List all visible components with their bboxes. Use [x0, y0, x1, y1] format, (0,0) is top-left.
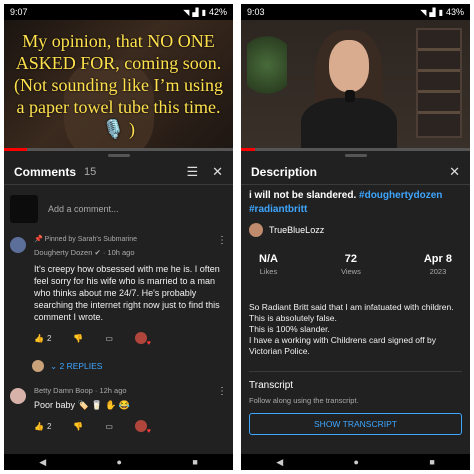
hashtag-link[interactable]: #doughertydozen: [359, 190, 442, 201]
video-overlay-text: My opinion, that NO ONE ASKED FOR, comin…: [14, 31, 223, 139]
thumb-down-icon: 👎: [73, 333, 84, 343]
comment-actions: 👍 2 👎 ▭: [34, 420, 227, 435]
dislike-button[interactable]: 👎: [73, 422, 83, 431]
video-progress-fill: [4, 148, 27, 151]
thumb-up-icon: 👍: [34, 421, 44, 431]
like-button[interactable]: 👍 2: [34, 422, 51, 431]
reply-button[interactable]: ▭: [105, 422, 113, 431]
add-comment-row[interactable]: Add a comment...: [4, 185, 233, 231]
transcript-subtitle: Follow along using the transcript.: [249, 396, 359, 405]
back-icon[interactable]: ◀: [39, 457, 46, 468]
view-replies-button[interactable]: ⌄ 2 REPLIES: [4, 344, 233, 382]
filter-icon[interactable]: ☰: [186, 164, 198, 180]
description-text: So Radiant Britt said that I am infatuat…: [249, 302, 454, 356]
like-count: 2: [46, 333, 52, 343]
description-title: Description: [251, 164, 318, 179]
video-person-body: [301, 98, 397, 151]
video-progress-fill: [241, 148, 255, 151]
comment-item: 📌 Pinned by Sarah's Submarine Dougherty …: [4, 231, 233, 347]
status-battery: 42%: [208, 7, 227, 17]
like-count: 2: [46, 421, 52, 431]
thumb-up-icon: 👍: [34, 333, 44, 343]
home-icon[interactable]: ●: [117, 457, 122, 467]
signal-icon: ▟: [192, 7, 199, 17]
stat-likes: N/A Likes: [259, 253, 278, 276]
home-icon[interactable]: ●: [354, 457, 359, 467]
dislike-button[interactable]: 👎: [73, 334, 83, 343]
channel-name[interactable]: TrueBlueLozz: [269, 225, 324, 235]
creator-heart-icon: [134, 420, 151, 435]
wifi-icon: ◥: [183, 7, 190, 17]
thumb-down-icon: 👎: [73, 421, 84, 431]
sheet-handle[interactable]: [241, 151, 470, 159]
left-screen: 9:07 ◥ ▟ ▮ 42% My opinion, that NO ONE A…: [4, 4, 233, 470]
battery-icon: ▮: [438, 7, 443, 17]
avatar: [10, 195, 38, 223]
comments-count: 15: [84, 165, 97, 178]
back-icon[interactable]: ◀: [276, 457, 283, 468]
wifi-icon: ◥: [420, 7, 427, 17]
status-bar: 9:03 ◥ ▟ ▮ 43%: [241, 4, 470, 20]
pinned-label: 📌 Pinned by Sarah's Submarine: [34, 236, 138, 243]
battery-icon: ▮: [201, 7, 206, 17]
transcript-title: Transcript: [249, 380, 294, 391]
video-microphone: [345, 90, 355, 102]
more-vert-icon[interactable]: ⋮: [217, 386, 227, 397]
status-time: 9:07: [10, 7, 28, 17]
stats-row: N/A Likes 72 Views Apr 8 2023: [249, 253, 462, 276]
show-transcript-button[interactable]: SHOW TRANSCRIPT: [249, 413, 462, 435]
signal-icon: ▟: [429, 7, 436, 17]
add-comment-input[interactable]: Add a comment...: [48, 204, 119, 214]
creator-heart-icon: [134, 332, 151, 347]
hashtag-link[interactable]: #radiantbritt: [249, 204, 307, 215]
reply-icon: ▭: [105, 333, 113, 343]
video-person-face: [329, 40, 369, 92]
recents-icon[interactable]: ■: [429, 457, 434, 467]
stat-date: Apr 8 2023: [423, 253, 452, 276]
video-shelf-shape: [416, 28, 462, 138]
avatar: [32, 360, 44, 372]
avatar: [10, 237, 26, 253]
sheet-handle[interactable]: [4, 151, 233, 159]
avatar: [249, 223, 263, 237]
comments-header: Comments 15 ☰ ✕: [4, 159, 233, 185]
replies-link[interactable]: ⌄ 2 REPLIES: [50, 361, 102, 372]
comment-actions: 👍 2 👎 ▭: [34, 332, 227, 347]
video-plant-shape: [247, 30, 287, 100]
video-player[interactable]: [241, 20, 470, 151]
status-time: 9:03: [247, 7, 265, 17]
system-nav-bar: ◀ ● ■: [241, 454, 470, 470]
close-icon[interactable]: ✕: [449, 164, 460, 180]
reply-icon: ▭: [105, 421, 113, 431]
more-vert-icon[interactable]: ⋮: [217, 235, 227, 246]
close-icon[interactable]: ✕: [212, 164, 223, 180]
comment-text: It's creepy how obsessed with me he is. …: [34, 264, 220, 322]
reply-button[interactable]: ▭: [105, 334, 113, 343]
status-bar: 9:07 ◥ ▟ ▮ 42%: [4, 4, 233, 20]
avatar: [10, 388, 26, 404]
video-progress-bar[interactable]: [241, 148, 470, 151]
comment-text: Poor baby 🏷️ 🥛 ✋ 😂: [34, 400, 130, 410]
stat-views: 72 Views: [340, 253, 361, 276]
right-screen: 9:03 ◥ ▟ ▮ 43% Description ✕ i will not …: [241, 4, 470, 470]
comments-title: Comments: [14, 164, 77, 179]
divider: [249, 371, 462, 372]
comment-item: Betty Damn Boop · 12h ago Poor baby 🏷️ 🥛…: [4, 382, 233, 435]
video-progress-bar[interactable]: [4, 148, 233, 151]
comment-author[interactable]: Betty Damn Boop · 12h ago: [34, 386, 227, 395]
system-nav-bar: ◀ ● ■: [4, 454, 233, 470]
description-body: i will not be slandered. #doughertydozen…: [241, 189, 470, 435]
video-player[interactable]: My opinion, that NO ONE ASKED FOR, comin…: [4, 20, 233, 151]
video-title: i will not be slandered. #doughertydozen…: [249, 190, 443, 215]
channel-row[interactable]: TrueBlueLozz: [249, 223, 462, 237]
description-header: Description ✕: [241, 159, 470, 185]
status-battery: 43%: [445, 7, 464, 17]
comment-author[interactable]: Dougherty Dozen ✔ · 10h ago: [34, 248, 227, 257]
recents-icon[interactable]: ■: [192, 457, 197, 467]
like-button[interactable]: 👍 2: [34, 334, 51, 343]
